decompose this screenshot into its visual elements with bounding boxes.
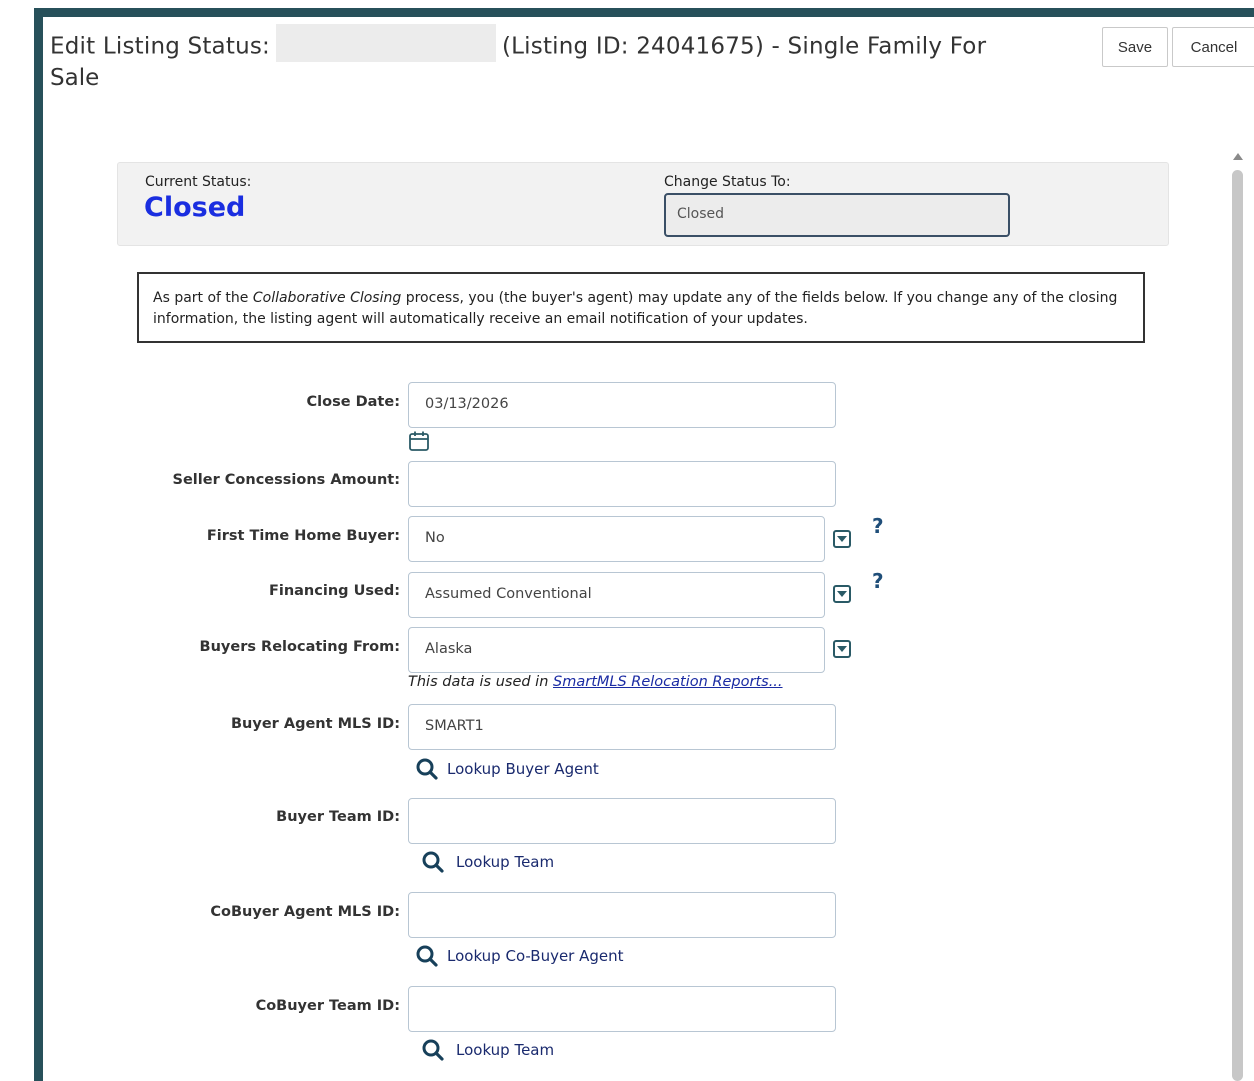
seller-concessions-field[interactable] (408, 461, 836, 507)
dialog-title-line2: Sale (50, 65, 100, 91)
first-time-buyer-label: First Time Home Buyer: (206, 528, 400, 544)
note-text-start: As part of the (153, 290, 253, 306)
cancel-button[interactable]: Cancel (1172, 27, 1254, 67)
dialog-title: Edit Listing Status: (Listing ID: 2404167… (50, 24, 987, 66)
first-time-buyer-help-icon[interactable]: ? (872, 514, 884, 538)
scroll-up-arrow-icon[interactable] (1233, 153, 1243, 160)
financing-used-select[interactable]: Assumed Conventional (408, 572, 825, 618)
lookup-buyer-agent-link[interactable]: Lookup Buyer Agent (415, 757, 599, 781)
search-icon (416, 945, 438, 967)
cobuyer-agent-id-field[interactable] (408, 892, 836, 938)
seller-concessions-label: Seller Concessions Amount: (172, 472, 400, 488)
save-button[interactable]: Save (1102, 27, 1168, 67)
first-time-buyer-dropdown-icon[interactable] (833, 530, 851, 548)
close-date-label: Close Date: (306, 394, 400, 410)
search-icon (422, 851, 444, 873)
cobuyer-agent-id-label: CoBuyer Agent MLS ID: (210, 904, 400, 920)
lookup-coteam-link[interactable]: Lookup Team (421, 1038, 554, 1062)
cobuyer-team-id-field[interactable] (408, 986, 836, 1032)
current-status-label: Current Status: (145, 174, 252, 190)
cobuyer-team-id-label: CoBuyer Team ID: (255, 998, 400, 1014)
search-icon (416, 758, 438, 780)
change-status-select[interactable]: Closed (664, 193, 1010, 237)
redacted-address (275, 24, 496, 62)
relocation-note: This data is used in SmartMLS Relocation… (408, 674, 783, 690)
vertical-scrollbar[interactable] (1228, 148, 1248, 1081)
calendar-icon[interactable] (408, 430, 430, 452)
buyer-agent-id-field[interactable]: SMART1 (408, 704, 836, 750)
relocating-from-label: Buyers Relocating From: (199, 639, 400, 655)
current-status-value: Closed (144, 192, 246, 223)
title-suffix: (Listing ID: 24041675) - Single Family F… (501, 33, 987, 60)
collaborative-closing-note: As part of the Collaborative Closing pro… (137, 272, 1145, 343)
relocating-from-select[interactable]: Alaska (408, 627, 825, 673)
note-emphasis: Collaborative Closing (252, 290, 402, 306)
lookup-coteam-label: Lookup Team (456, 1041, 555, 1059)
window-frame-top (34, 8, 1254, 17)
close-date-field[interactable]: 03/13/2026 (408, 382, 836, 428)
first-time-buyer-select[interactable]: No (408, 516, 825, 562)
status-panel: Current Status: Closed Change Status To:… (117, 162, 1169, 246)
buyer-team-id-field[interactable] (408, 798, 836, 844)
financing-used-dropdown-icon[interactable] (833, 585, 851, 603)
scrollbar-thumb[interactable] (1232, 170, 1243, 1081)
lookup-buyer-agent-label: Lookup Buyer Agent (447, 760, 599, 778)
relocating-from-dropdown-icon[interactable] (833, 640, 851, 658)
lookup-team-label: Lookup Team (456, 853, 555, 871)
buyer-agent-id-label: Buyer Agent MLS ID: (231, 716, 400, 732)
lookup-cobuyer-agent-link[interactable]: Lookup Co-Buyer Agent (415, 944, 624, 968)
dialog-content: Current Status: Closed Change Status To:… (43, 118, 1254, 1081)
window-frame-left (34, 8, 43, 1081)
search-icon (422, 1039, 444, 1061)
buyer-team-id-label: Buyer Team ID: (276, 809, 400, 825)
financing-used-label: Financing Used: (268, 583, 400, 599)
relocation-reports-link[interactable]: SmartMLS Relocation Reports... (553, 674, 783, 690)
lookup-team-link[interactable]: Lookup Team (421, 850, 554, 874)
financing-used-help-icon[interactable]: ? (872, 569, 884, 593)
lookup-cobuyer-agent-label: Lookup Co-Buyer Agent (447, 947, 624, 965)
change-status-label: Change Status To: (664, 174, 791, 190)
title-prefix: Edit Listing Status: (50, 33, 270, 60)
relocation-note-text: This data is used in (408, 674, 554, 690)
dialog-header: Edit Listing Status: (Listing ID: 2404167… (43, 17, 1254, 119)
